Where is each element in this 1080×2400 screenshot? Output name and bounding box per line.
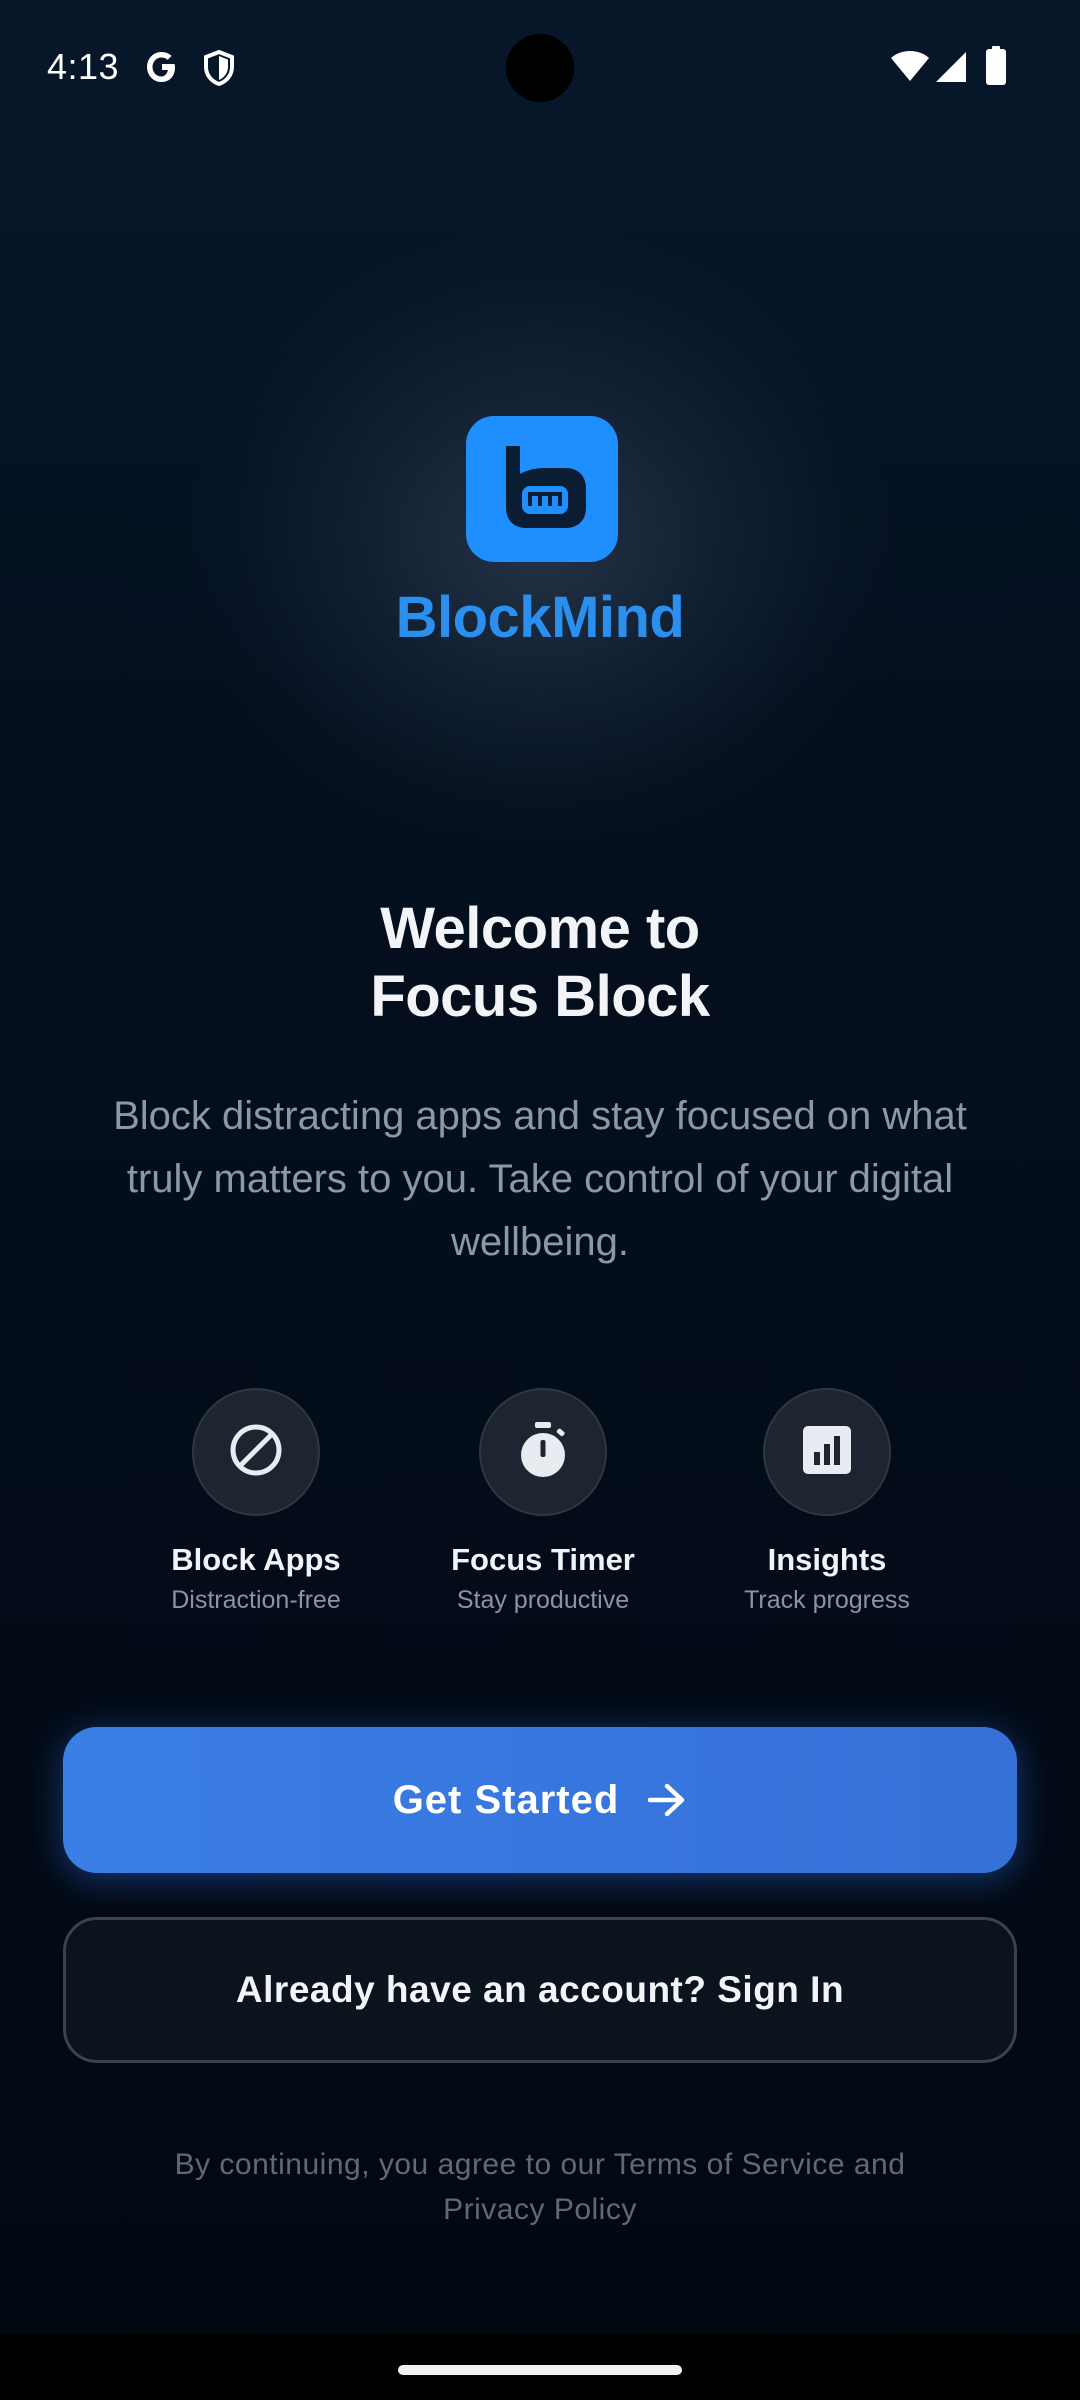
welcome-description: Block distracting apps and stay focused … (113, 1094, 967, 1264)
timer-icon (515, 1420, 571, 1485)
status-time: 4:13 (47, 46, 120, 87)
welcome-title-line2: Focus Block (370, 964, 710, 1029)
feature-subtitle: Distraction-free (171, 1586, 341, 1614)
get-started-label: Get Started (392, 1777, 620, 1822)
feature-title: Insights (767, 1542, 887, 1577)
feature-subtitle: Stay productive (456, 1586, 630, 1614)
feature-title: Focus Timer (451, 1542, 635, 1577)
feature-focus-timer: Focus Timer Stay productive (413, 1388, 673, 1615)
logo-wordmark: BlockMind (395, 585, 685, 650)
feature-title: Block Apps (171, 1542, 341, 1577)
sign-in-button[interactable]: Already have an account? Sign In (63, 1917, 1017, 2063)
feature-insights: Insights Track progress (697, 1388, 957, 1615)
welcome-title: Welcome to Focus Block (0, 895, 1080, 1031)
welcome-title-line1: Welcome to (380, 896, 700, 961)
block-icon (227, 1421, 285, 1484)
sign-in-label: Already have an account? Sign In (235, 1969, 845, 2010)
cellular-signal-icon (934, 50, 968, 89)
arrow-right-icon (647, 1782, 687, 1818)
wifi-icon (890, 50, 930, 87)
shield-icon (203, 49, 235, 91)
feature-block-apps: Block Apps Distraction-free (126, 1388, 386, 1615)
camera-cutout (506, 34, 574, 102)
welcome-screen: 4:13 BlockMind Welcome to Focus Block Bl… (0, 0, 1080, 2400)
feature-subtitle: Track progress (744, 1586, 910, 1614)
feature-icon-circle (479, 1388, 607, 1516)
feature-icon-circle (192, 1388, 320, 1516)
app-logo-icon (466, 416, 618, 562)
feature-icon-circle (763, 1388, 891, 1516)
home-indicator[interactable] (398, 2365, 682, 2375)
get-started-button[interactable]: Get Started (63, 1727, 1017, 1873)
legal-notice: By continuing, you agree to our Terms of… (174, 2148, 906, 2226)
battery-icon (985, 46, 1007, 91)
status-bar: 4:13 (0, 0, 1080, 136)
insights-chart-icon (801, 1424, 853, 1481)
google-icon (145, 50, 179, 89)
